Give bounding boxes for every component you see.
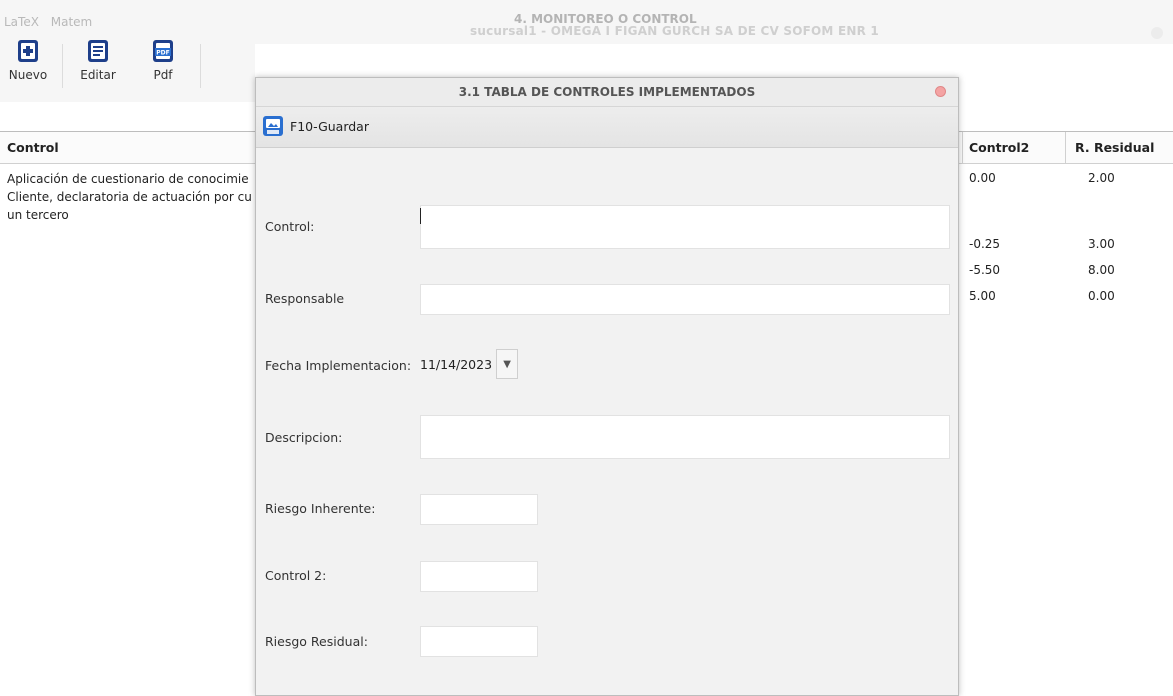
riesgo-inherente-label: Riesgo Inherente: [265,501,376,516]
dropdown-arrow-icon[interactable]: ▼ [496,349,519,379]
riesgo-residual-label: Riesgo Residual: [265,634,368,649]
fecha-label: Fecha Implementacion: [265,358,412,373]
table-cell-residual[interactable]: 0.00 [1088,289,1115,303]
table-cell-residual[interactable]: 2.00 [1088,171,1115,185]
table-cell-control2[interactable]: 5.00 [969,289,996,303]
riesgo-inherente-input[interactable] [420,494,538,525]
column-header-residual[interactable]: R. Residual [1075,140,1154,155]
controls-dialog: 3.1 TABLA DE CONTROLES IMPLEMENTADOS F10… [255,77,959,696]
responsable-label: Responsable [265,291,345,306]
dialog-close-icon[interactable] [935,86,946,97]
pdf-icon: PDF [153,40,173,62]
control2-input[interactable] [420,561,538,592]
menu-item-latex[interactable]: LaTeX [4,15,39,29]
toolbar-divider [200,44,201,88]
table-cell-residual[interactable]: 3.00 [1088,237,1115,251]
table-cell-control2[interactable]: 0.00 [969,171,996,185]
window-title: 4. MONITOREO O CONTROL [514,12,697,26]
toolbar-divider [62,44,63,88]
edit-document-icon [88,40,108,62]
menu-item-matem[interactable]: Matem [51,15,92,29]
column-divider[interactable] [962,132,963,163]
save-button[interactable]: F10-Guardar [262,113,369,139]
row-text-line: Aplicación de cuestionario de conocimie [7,172,249,186]
control-input[interactable] [420,205,950,249]
text-cursor [420,208,421,224]
riesgo-residual-input[interactable] [420,626,538,657]
save-icon [263,116,283,136]
edit-button-label: Editar [80,68,116,82]
column-header-control[interactable]: Control [7,140,59,155]
column-header-control2[interactable]: Control2 [969,140,1029,155]
dialog-title: 3.1 TABLA DE CONTROLES IMPLEMENTADOS [458,85,756,99]
dialog-toolbar: F10-Guardar [256,107,958,148]
control-label: Control: [265,219,315,234]
table-cell-control2[interactable]: -0.25 [969,237,1000,251]
background-menu: LaTeX Matem [4,15,100,29]
pdf-button-label: Pdf [153,68,173,82]
row-text-line: un tercero [7,208,69,222]
descripcion-label: Descripcion: [265,430,343,445]
dialog-titlebar[interactable]: 3.1 TABLA DE CONTROLES IMPLEMENTADOS [256,78,958,107]
control2-label: Control 2: [265,568,327,583]
fecha-date-picker[interactable]: 11/14/2023 ▼ [420,349,519,379]
column-divider[interactable] [1065,132,1066,163]
table-cell-control2[interactable]: -5.50 [969,263,1000,277]
new-button-label: Nuevo [8,68,48,82]
window-subtitle: sucursal1 - OMEGA I FIGAN GURCH SA DE CV… [470,24,879,38]
responsable-input[interactable] [420,284,950,315]
window-close-icon[interactable] [1151,27,1163,39]
table-row-control-text: Aplicación de cuestionario de conocimie … [7,170,257,224]
pdf-button[interactable]: PDF Pdf [139,38,187,94]
edit-button[interactable]: Editar [74,38,122,94]
svg-text:PDF: PDF [156,50,169,57]
new-button[interactable]: Nuevo [4,38,52,94]
new-document-icon [18,40,38,62]
row-text-line: Cliente, declaratoria de actuación por c… [7,190,252,204]
save-button-label: F10-Guardar [290,118,369,134]
fecha-value[interactable]: 11/14/2023 [420,357,492,372]
table-cell-residual[interactable]: 8.00 [1088,263,1115,277]
descripcion-input[interactable] [420,415,950,459]
